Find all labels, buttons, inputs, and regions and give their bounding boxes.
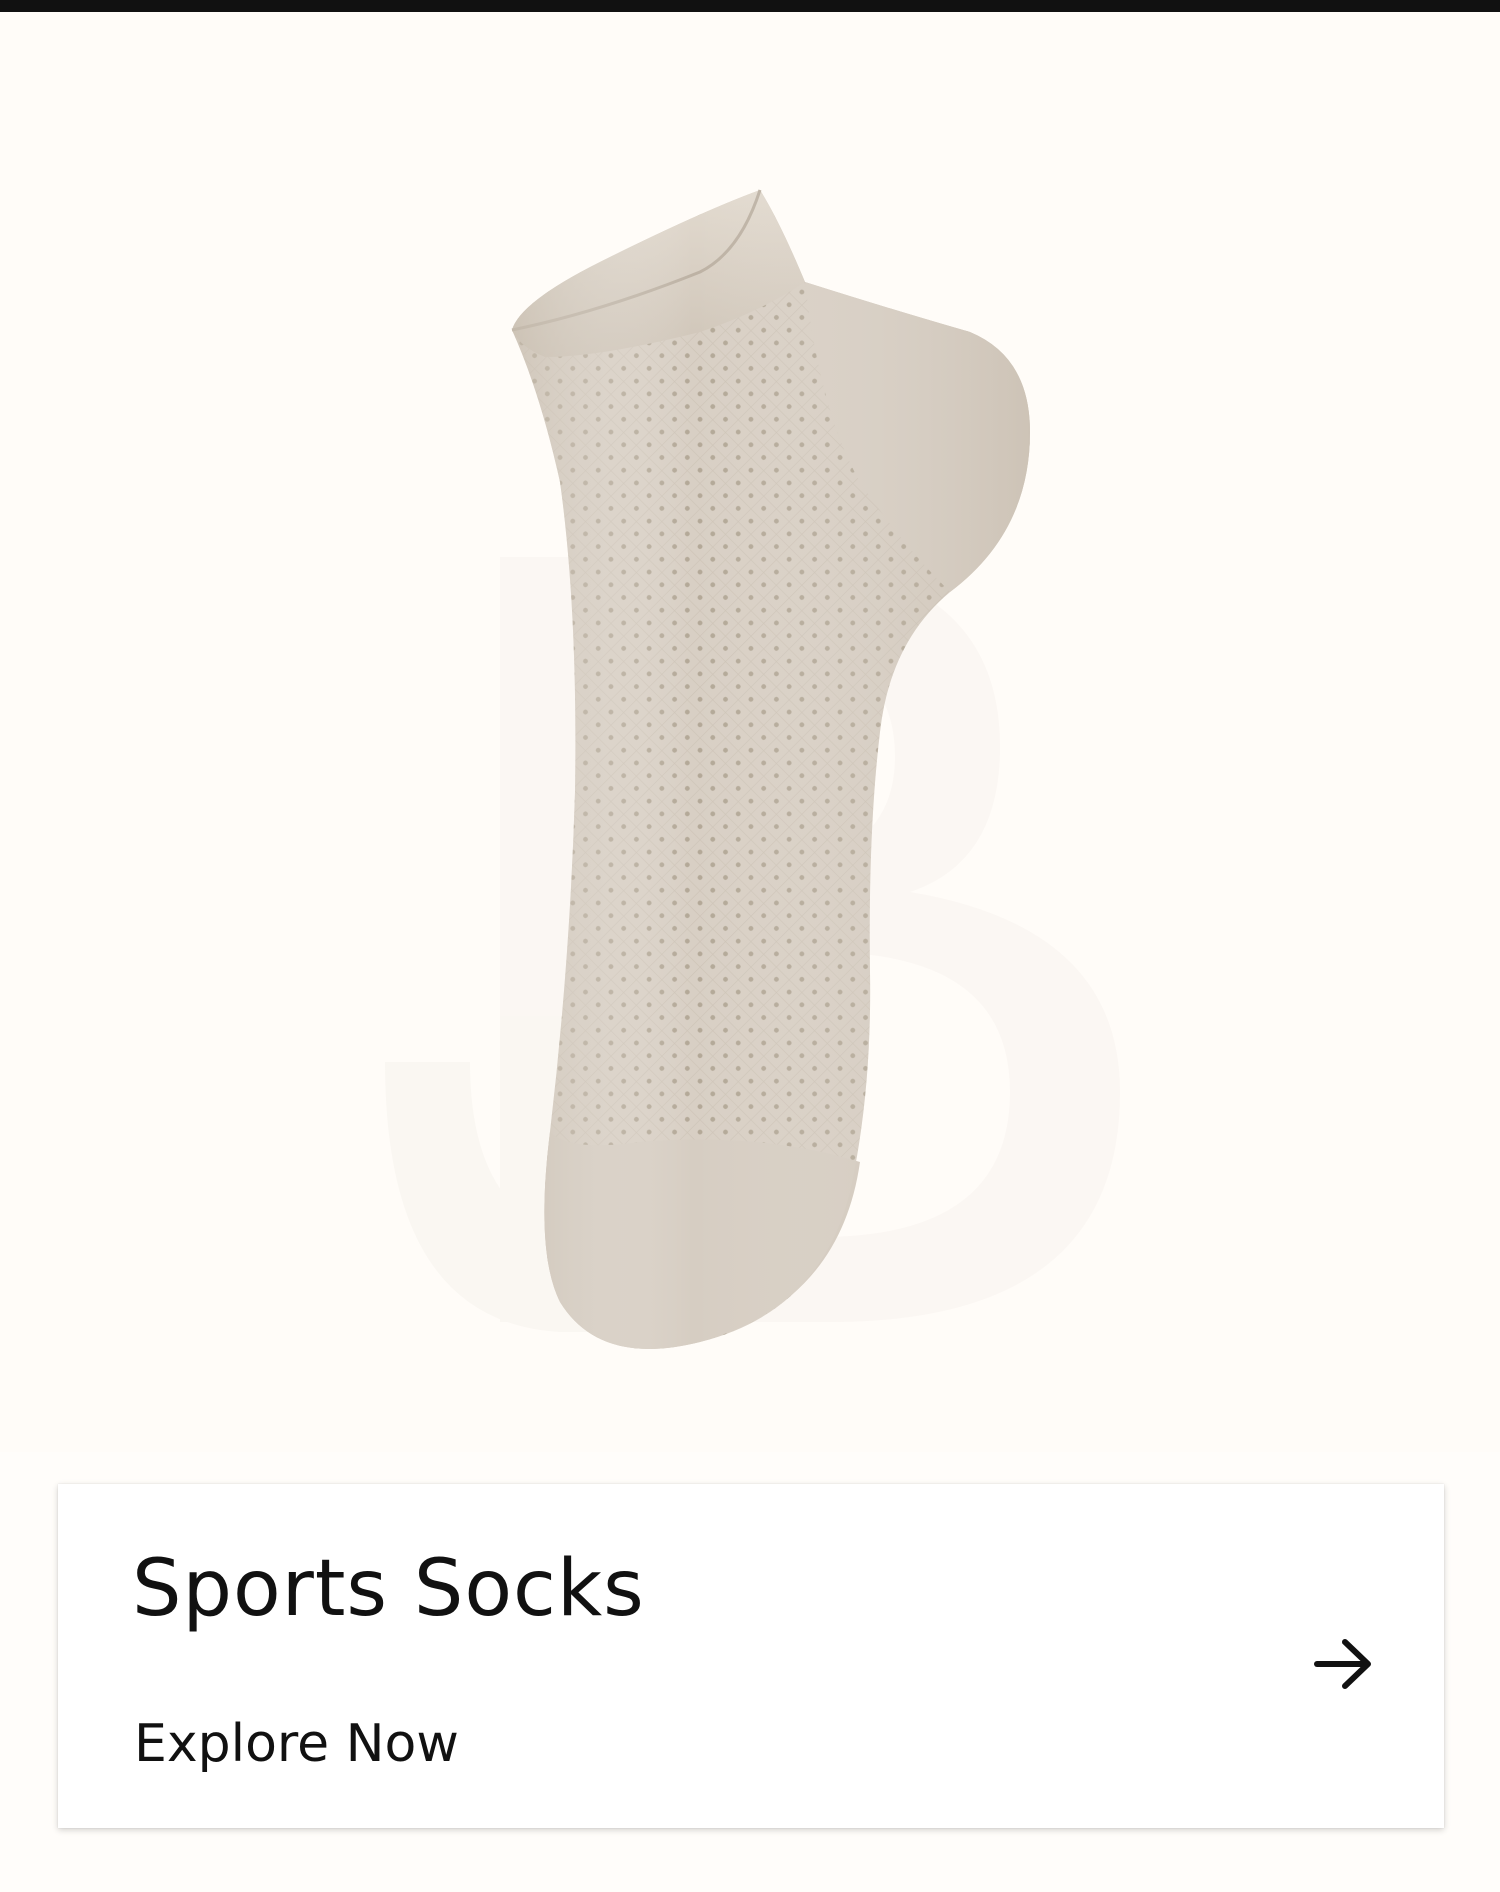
category-title: Sports Socks	[132, 1544, 645, 1634]
explore-now-link[interactable]: Explore Now	[134, 1714, 459, 1774]
product-hero-image[interactable]	[0, 12, 1500, 1452]
arrow-right-icon[interactable]	[1298, 1619, 1388, 1709]
category-card[interactable]: Sports Socks Explore Now	[58, 1484, 1444, 1828]
sock-illustration	[385, 189, 1120, 1349]
top-divider	[0, 0, 1500, 12]
